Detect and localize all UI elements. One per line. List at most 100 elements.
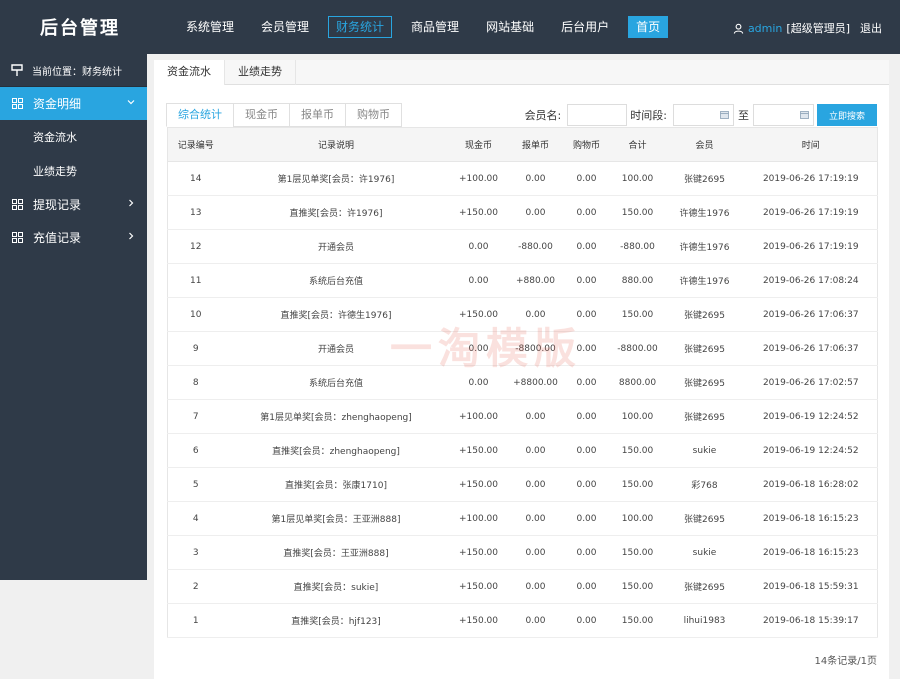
cell-member: 张键2695 — [665, 400, 745, 434]
cell-id: 14 — [168, 162, 224, 196]
table-row: 5直推奖[会员：张康1710]+150.000.000.00150.00彩768… — [168, 468, 878, 502]
cell-desc: 第1层见单奖[会员：王亚洲888] — [224, 502, 449, 536]
sidebar-subitem-performance[interactable]: 业绩走势 — [0, 154, 147, 188]
cell-total: 150.00 — [611, 536, 665, 570]
nav-item-products[interactable]: 商品管理 — [403, 16, 467, 38]
cell-cash: +150.00 — [449, 298, 509, 332]
app-logo: 后台管理 — [40, 14, 120, 40]
cell-cash: +150.00 — [449, 468, 509, 502]
table-body: 14第1层见单奖[会员：许1976]+100.000.000.00100.00张… — [168, 162, 878, 638]
cell-total: 880.00 — [611, 264, 665, 298]
cell-order: +8800.00 — [509, 366, 563, 400]
cell-member: 许德生1976 — [665, 230, 745, 264]
calendar-icon[interactable] — [800, 110, 809, 119]
cell-desc: 系统后台充值 — [224, 366, 449, 400]
table-row: 2直推奖[会员：sukie]+150.000.000.00150.00张键269… — [168, 570, 878, 604]
cell-shopping: 0.00 — [563, 434, 611, 468]
cell-order: 0.00 — [509, 502, 563, 536]
member-label: 会员名: — [525, 107, 562, 123]
cell-shopping: 0.00 — [563, 230, 611, 264]
cell-total: 150.00 — [611, 570, 665, 604]
cell-id: 11 — [168, 264, 224, 298]
cell-cash: +150.00 — [449, 570, 509, 604]
user-icon — [733, 23, 744, 34]
subtab-summary[interactable]: 综合统计 — [166, 103, 234, 127]
start-date-field[interactable] — [673, 104, 734, 126]
cell-shopping: 0.00 — [563, 536, 611, 570]
calendar-icon[interactable] — [720, 110, 729, 119]
sidebar-item-recharges[interactable]: 充值记录 — [0, 221, 147, 254]
main-panel: 资金流水 业绩走势 综合统计 现金币 报单币 购物币 会员名: 时间段: 至 立… — [154, 60, 889, 679]
table-row: 14第1层见单奖[会员：许1976]+100.000.000.00100.00张… — [168, 162, 878, 196]
sidebar-item-funds-detail[interactable]: 资金明细 — [0, 87, 147, 120]
logout-link[interactable]: 退出 — [860, 20, 882, 36]
subtab-shopping[interactable]: 购物币 — [345, 103, 402, 127]
breadcrumb-text: 当前位置：财务统计 — [32, 63, 122, 78]
cell-member: 许德生1976 — [665, 264, 745, 298]
cell-time: 2019-06-26 17:19:19 — [745, 162, 878, 196]
nav-item-home[interactable]: 首页 — [628, 16, 668, 38]
table-row: 12开通会员0.00-880.000.00-880.00许德生19762019-… — [168, 230, 878, 264]
cell-total: -8800.00 — [611, 332, 665, 366]
cell-total: 100.00 — [611, 400, 665, 434]
table-row: 13直推奖[会员：许1976]+150.000.000.00150.00许德生1… — [168, 196, 878, 230]
nav-item-finance[interactable]: 财务统计 — [328, 16, 392, 38]
cell-time: 2019-06-26 17:19:19 — [745, 196, 878, 230]
sidebar-item-withdrawals[interactable]: 提现记录 — [0, 188, 147, 221]
cell-member: 张键2695 — [665, 570, 745, 604]
table-row: 10直推奖[会员：许德生1976]+150.000.000.00150.00张键… — [168, 298, 878, 332]
username[interactable]: admin — [748, 22, 782, 35]
cell-member: sukie — [665, 536, 745, 570]
cell-shopping: 0.00 — [563, 298, 611, 332]
col-header-time: 时间 — [745, 128, 878, 162]
cell-total: 150.00 — [611, 468, 665, 502]
cell-order: 0.00 — [509, 162, 563, 196]
member-name-input[interactable] — [567, 104, 627, 126]
table-row: 4第1层见单奖[会员：王亚洲888]+100.000.000.00100.00张… — [168, 502, 878, 536]
cell-id: 7 — [168, 400, 224, 434]
cell-shopping: 0.00 — [563, 366, 611, 400]
nav-item-system[interactable]: 系统管理 — [178, 16, 242, 38]
subtab-order[interactable]: 报单币 — [289, 103, 346, 127]
chevron-right-icon — [127, 232, 135, 240]
nav-item-members[interactable]: 会员管理 — [253, 16, 317, 38]
cell-cash: +150.00 — [449, 604, 509, 638]
nav-item-site[interactable]: 网站基础 — [478, 16, 542, 38]
end-date-field[interactable] — [753, 104, 814, 126]
user-role: [超级管理员] — [786, 20, 850, 36]
cell-time: 2019-06-18 16:28:02 — [745, 468, 878, 502]
top-nav: 系统管理 会员管理 财务统计 商品管理 网站基础 后台用户 首页 — [178, 16, 679, 38]
cell-order: -8800.00 — [509, 332, 563, 366]
grid-icon — [12, 232, 23, 243]
user-box: admin [超级管理员] 退出 — [733, 20, 882, 36]
table-row: 9开通会员0.00-8800.000.00-8800.00张键26952019-… — [168, 332, 878, 366]
cell-order: 0.00 — [509, 536, 563, 570]
cell-time: 2019-06-26 17:02:57 — [745, 366, 878, 400]
cell-member: 张键2695 — [665, 332, 745, 366]
table-row: 7第1层见单奖[会员：zhenghaopeng]+100.000.000.001… — [168, 400, 878, 434]
tab-performance[interactable]: 业绩走势 — [225, 60, 296, 85]
tab-fund-flow[interactable]: 资金流水 — [154, 60, 225, 85]
cell-id: 3 — [168, 536, 224, 570]
records-table: 记录编号 记录说明 现金币 报单币 购物币 合计 会员 时间 14第1层见单奖[… — [167, 127, 878, 638]
chevron-right-icon — [127, 199, 135, 207]
cell-shopping: 0.00 — [563, 196, 611, 230]
chevron-down-icon — [127, 98, 135, 106]
cell-total: 150.00 — [611, 434, 665, 468]
col-header-total: 合计 — [611, 128, 665, 162]
subtab-cash[interactable]: 现金币 — [233, 103, 290, 127]
cell-order: 0.00 — [509, 400, 563, 434]
col-header-shopping: 购物币 — [563, 128, 611, 162]
cell-order: +880.00 — [509, 264, 563, 298]
search-button[interactable]: 立即搜索 — [817, 104, 877, 126]
cell-member: sukie — [665, 434, 745, 468]
search-filter: 会员名: 时间段: 至 立即搜索 — [525, 104, 877, 126]
cell-id: 8 — [168, 366, 224, 400]
cell-time: 2019-06-19 12:24:52 — [745, 400, 878, 434]
cell-id: 4 — [168, 502, 224, 536]
grid-icon — [12, 199, 23, 210]
nav-item-admin-users[interactable]: 后台用户 — [553, 16, 617, 38]
sidebar-subitem-fund-flow[interactable]: 资金流水 — [0, 120, 147, 154]
cell-member: lihui1983 — [665, 604, 745, 638]
cell-shopping: 0.00 — [563, 264, 611, 298]
